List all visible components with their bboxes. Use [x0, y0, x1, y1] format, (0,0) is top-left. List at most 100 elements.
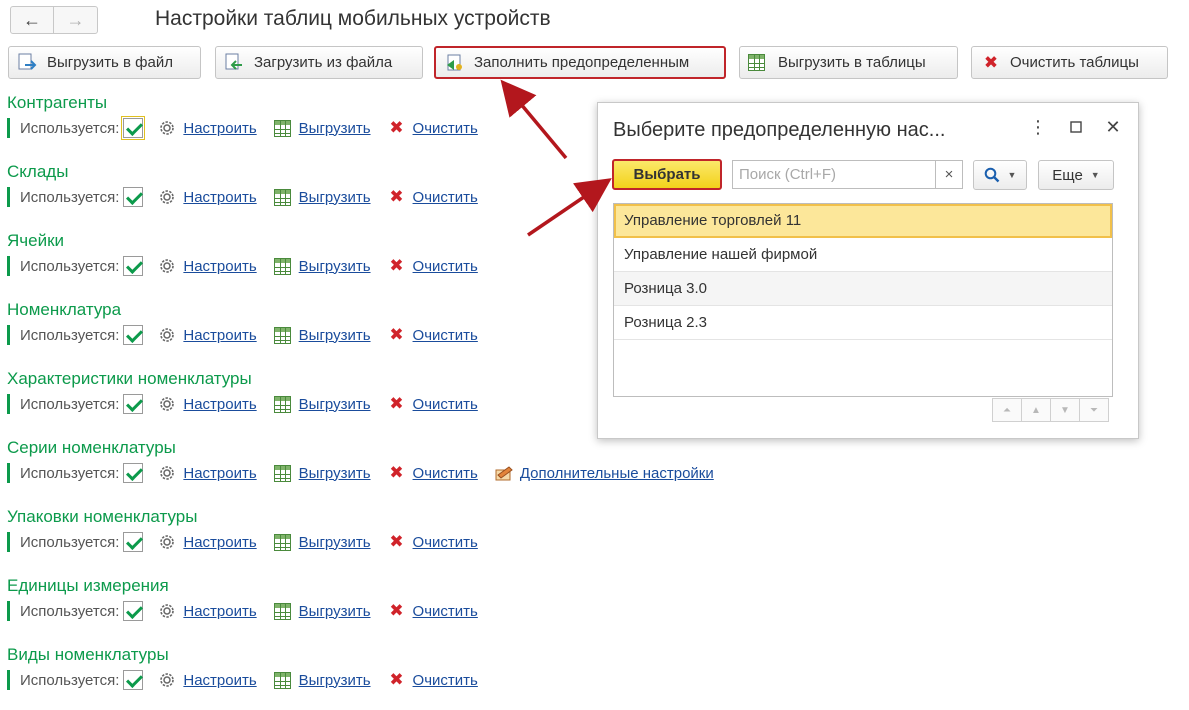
predefined-list: Управление торговлей 11 Управление нашей … — [613, 203, 1113, 397]
section-row: Используется: Настроить Выгрузить ✖ Очис… — [7, 254, 478, 278]
close-icon: ✖ — [389, 394, 404, 413]
configure-link[interactable]: Настроить — [183, 603, 256, 620]
close-icon: ✖ — [389, 118, 404, 137]
clear-link[interactable]: Очистить — [413, 120, 478, 137]
dialog-title: Выберите предопределенную нас... — [613, 119, 946, 141]
section-title: Серии номенклатуры — [7, 438, 176, 457]
section-title: Склады — [7, 162, 69, 181]
used-checkbox[interactable] — [123, 463, 144, 483]
used-checkbox[interactable] — [123, 601, 144, 621]
clear-tables-label: Очистить таблицы — [1010, 54, 1139, 71]
close-dialog-icon[interactable]: ✕ — [1101, 117, 1125, 138]
group-bar — [7, 394, 10, 414]
list-item[interactable]: Управление торговлей 11 — [614, 204, 1112, 238]
export-link[interactable]: Выгрузить — [299, 603, 371, 620]
close-icon: ✖ — [389, 325, 404, 344]
clear-link[interactable]: Очистить — [413, 534, 478, 551]
group-bar — [7, 532, 10, 552]
gear-icon — [157, 532, 177, 552]
clear-link[interactable]: Очистить — [413, 603, 478, 620]
clear-link[interactable]: Очистить — [413, 672, 478, 689]
additional-settings-link[interactable]: Дополнительные настройки — [520, 465, 714, 482]
export-link[interactable]: Выгрузить — [299, 672, 371, 689]
export-link[interactable]: Выгрузить — [299, 396, 371, 413]
export-link[interactable]: Выгрузить — [299, 465, 371, 482]
import-from-file-button[interactable]: Загрузить из файла — [215, 46, 423, 79]
export-link[interactable]: Выгрузить — [299, 120, 371, 137]
clear-link[interactable]: Очистить — [413, 327, 478, 344]
settings-pencil-icon — [494, 463, 514, 483]
clear-link[interactable]: Очистить — [413, 189, 478, 206]
page-title: Настройки таблиц мобильных устройств — [155, 7, 551, 30]
export-to-file-button[interactable]: Выгрузить в файл — [8, 46, 201, 79]
scroll-top-icon[interactable]: ⏶ — [992, 398, 1022, 422]
configure-link[interactable]: Настроить — [183, 396, 256, 413]
section-row: Используется: Настроить Выгрузить ✖ Очис… — [7, 323, 478, 347]
section-row: Используется: Настроить Выгрузить ✖ Очис… — [7, 461, 714, 485]
table-icon — [273, 187, 293, 207]
more-options-icon[interactable]: ⋮ — [1026, 117, 1050, 138]
clear-tables-button[interactable]: ✖ Очистить таблицы — [971, 46, 1168, 79]
export-link[interactable]: Выгрузить — [299, 327, 371, 344]
group-bar — [7, 463, 10, 483]
section-title: Виды номенклатуры — [7, 645, 169, 664]
table-icon — [273, 394, 293, 414]
fill-predefined-label: Заполнить предопределенным — [474, 54, 690, 71]
configure-link[interactable]: Настроить — [183, 189, 256, 206]
list-item[interactable]: Розница 2.3 — [614, 306, 1112, 340]
gear-icon — [157, 325, 177, 345]
list-item[interactable]: Управление нашей фирмой — [614, 238, 1112, 272]
used-checkbox[interactable] — [123, 325, 144, 345]
list-item[interactable]: Розница 3.0 — [614, 272, 1112, 306]
group-bar — [7, 118, 10, 138]
used-checkbox[interactable] — [123, 256, 144, 276]
clear-link[interactable]: Очистить — [413, 258, 478, 275]
export-link[interactable]: Выгрузить — [299, 258, 371, 275]
section-row: Используется: Настроить Выгрузить ✖ Очис… — [7, 530, 478, 554]
gear-icon — [157, 118, 177, 138]
used-label: Используется: — [20, 602, 120, 620]
search-field: × — [732, 160, 963, 189]
configure-link[interactable]: Настроить — [183, 258, 256, 275]
export-to-tables-button[interactable]: Выгрузить в таблицы — [739, 46, 958, 79]
table-icon — [273, 601, 293, 621]
used-label: Используется: — [20, 257, 120, 275]
gear-icon — [157, 187, 177, 207]
export-to-tables-label: Выгрузить в таблицы — [778, 54, 926, 71]
configure-link[interactable]: Настроить — [183, 327, 256, 344]
import-from-file-label: Загрузить из файла — [254, 54, 393, 71]
table-icon — [273, 118, 293, 138]
configure-link[interactable]: Настроить — [183, 465, 256, 482]
export-link[interactable]: Выгрузить — [299, 189, 371, 206]
used-checkbox[interactable] — [123, 670, 144, 690]
used-checkbox[interactable] — [123, 532, 144, 552]
more-button[interactable]: Еще ▼ — [1038, 160, 1114, 190]
maximize-icon[interactable] — [1064, 117, 1088, 138]
scroll-up-icon[interactable]: ▲ — [1021, 398, 1051, 422]
clear-link[interactable]: Очистить — [413, 465, 478, 482]
scroll-bottom-icon[interactable]: ⏷ — [1079, 398, 1109, 422]
close-icon: ✖ — [389, 601, 404, 620]
configure-link[interactable]: Настроить — [183, 672, 256, 689]
search-input[interactable] — [733, 161, 936, 188]
section-row: Используется: Настроить Выгрузить ✖ Очис… — [7, 668, 478, 692]
used-checkbox[interactable] — [123, 187, 144, 207]
scroll-down-icon[interactable]: ▼ — [1050, 398, 1080, 422]
clear-link[interactable]: Очистить — [413, 396, 478, 413]
configure-link[interactable]: Настроить — [183, 534, 256, 551]
configure-link[interactable]: Настроить — [183, 120, 256, 137]
used-checkbox[interactable] — [123, 394, 144, 414]
gear-icon — [157, 601, 177, 621]
section-row: Используется: Настроить Выгрузить ✖ Очис… — [7, 116, 478, 140]
fill-predefined-button[interactable]: Заполнить предопределенным — [434, 46, 726, 79]
export-link[interactable]: Выгрузить — [299, 534, 371, 551]
used-checkbox[interactable] — [121, 116, 146, 140]
table-icon — [748, 53, 770, 73]
forward-button[interactable]: → — [54, 7, 97, 33]
choose-button[interactable]: Выбрать — [612, 159, 722, 190]
back-button[interactable]: ← — [11, 7, 55, 33]
find-button[interactable]: ▼ — [973, 160, 1027, 190]
clear-search-icon[interactable]: × — [935, 161, 962, 188]
group-bar — [7, 187, 10, 207]
close-icon: ✖ — [389, 463, 404, 482]
